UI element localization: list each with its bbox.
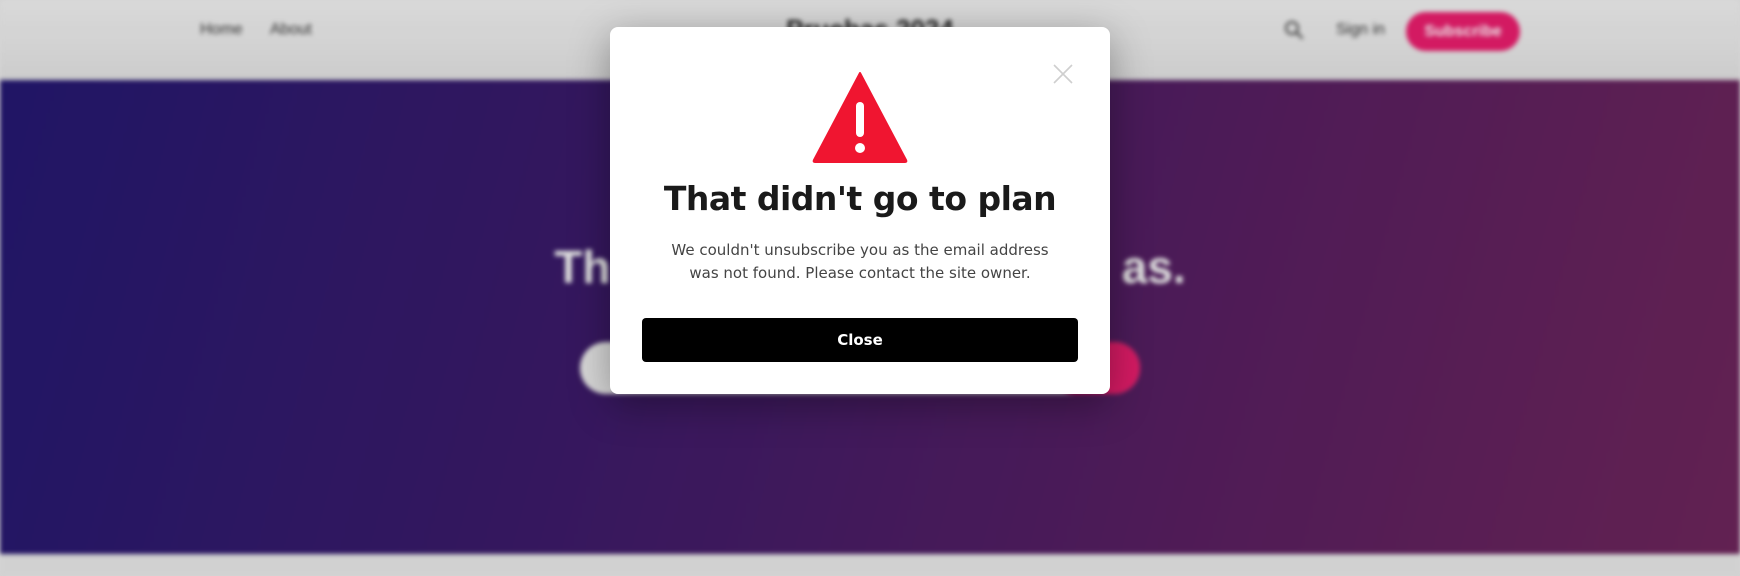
modal-message: We couldn't unsubscribe you as the email… bbox=[671, 241, 1049, 282]
error-modal: That didn't go to plan We couldn't unsub… bbox=[610, 27, 1110, 394]
modal-title: That didn't go to plan bbox=[663, 179, 1057, 218]
warning-triangle-icon bbox=[812, 72, 908, 163]
close-icon[interactable] bbox=[1052, 63, 1074, 85]
close-button[interactable]: Close bbox=[642, 318, 1078, 362]
